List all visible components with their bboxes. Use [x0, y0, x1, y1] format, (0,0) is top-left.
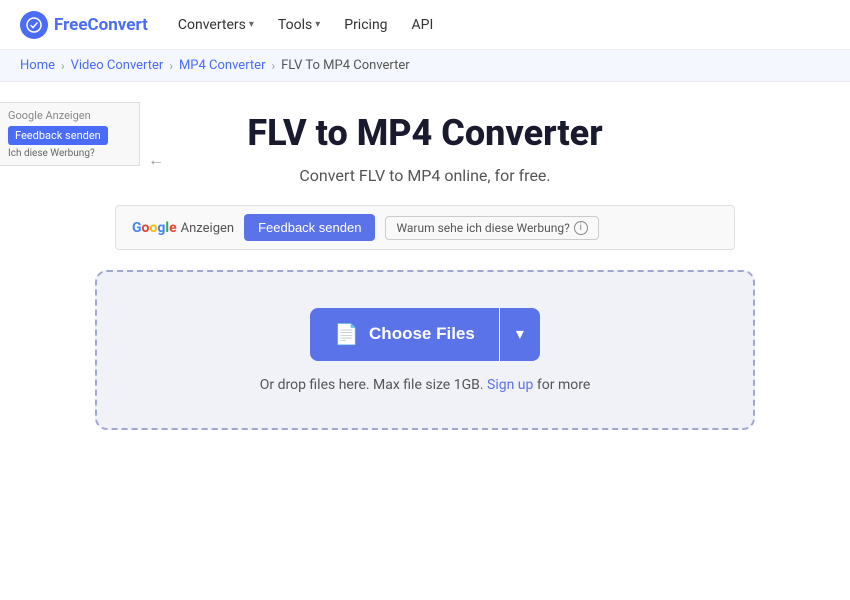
breadcrumb-sep-2: ›	[169, 59, 173, 73]
choose-files-row: 📄 Choose Files ▾	[310, 308, 540, 361]
info-icon: i	[574, 221, 588, 235]
choose-files-button[interactable]: 📄 Choose Files	[310, 308, 499, 361]
signup-link[interactable]: Sign up	[487, 377, 533, 393]
choose-files-dropdown-button[interactable]: ▾	[500, 308, 540, 361]
chevron-down-icon: ▾	[516, 324, 524, 344]
center-ad-why-text: Warum sehe ich diese Werbung?	[396, 221, 569, 235]
center-ad-google: Google Anzeigen	[132, 220, 234, 236]
center-ad: Google Anzeigen Feedback senden Warum se…	[115, 205, 735, 250]
nav-links: Converters ▾ Tools ▾ Pricing API	[178, 17, 830, 33]
side-ad-feedback-button[interactable]: Feedback senden	[8, 126, 108, 145]
side-arrow-icon: ←	[148, 150, 164, 170]
logo-text: FreeConvert	[54, 15, 148, 35]
center-ad-feedback-button[interactable]: Feedback senden	[244, 214, 375, 241]
side-ad: Google Anzeigen Feedback senden Ich dies…	[0, 102, 140, 166]
google-logo: Google	[132, 220, 177, 236]
side-ad-google: Google Anzeigen	[8, 109, 131, 122]
dropzone[interactable]: 📄 Choose Files ▾ Or drop files here. Max…	[95, 270, 755, 430]
drop-hint-suffix: for more	[537, 377, 590, 393]
logo[interactable]: FreeConvert	[20, 11, 148, 39]
breadcrumb-mp4-converter[interactable]: MP4 Converter	[179, 58, 266, 73]
breadcrumb-home[interactable]: Home	[20, 58, 55, 73]
page-title: FLV to MP4 Converter	[247, 112, 602, 154]
logo-icon	[20, 11, 48, 39]
nav-converters[interactable]: Converters ▾	[178, 17, 254, 33]
choose-files-label: Choose Files	[369, 324, 475, 344]
nav-api[interactable]: API	[412, 17, 434, 33]
page-subtitle: Convert FLV to MP4 online, for free.	[299, 166, 550, 185]
center-ad-why-button[interactable]: Warum sehe ich diese Werbung? i	[385, 216, 598, 240]
file-icon: 📄	[334, 322, 359, 347]
center-ad-anzeigen: Anzeigen	[181, 221, 234, 236]
converters-chevron-icon: ▾	[249, 19, 254, 30]
breadcrumb: Home › Video Converter › MP4 Converter ›…	[0, 50, 850, 82]
breadcrumb-current: FLV To MP4 Converter	[281, 58, 410, 73]
drop-hint: Or drop files here. Max file size 1GB. S…	[260, 377, 591, 393]
nav-pricing[interactable]: Pricing	[344, 17, 387, 33]
nav-tools[interactable]: Tools ▾	[278, 17, 320, 33]
breadcrumb-sep-1: ›	[61, 59, 65, 73]
tools-chevron-icon: ▾	[315, 19, 320, 30]
side-ad-why-text: Ich diese Werbung?	[8, 148, 131, 159]
main-content: Google Anzeigen Feedback senden Ich dies…	[0, 82, 850, 430]
drop-hint-text: Or drop files here. Max file size 1GB.	[260, 377, 484, 393]
navbar: FreeConvert Converters ▾ Tools ▾ Pricing…	[0, 0, 850, 50]
breadcrumb-video-converter[interactable]: Video Converter	[71, 58, 164, 73]
breadcrumb-sep-3: ›	[271, 59, 275, 73]
